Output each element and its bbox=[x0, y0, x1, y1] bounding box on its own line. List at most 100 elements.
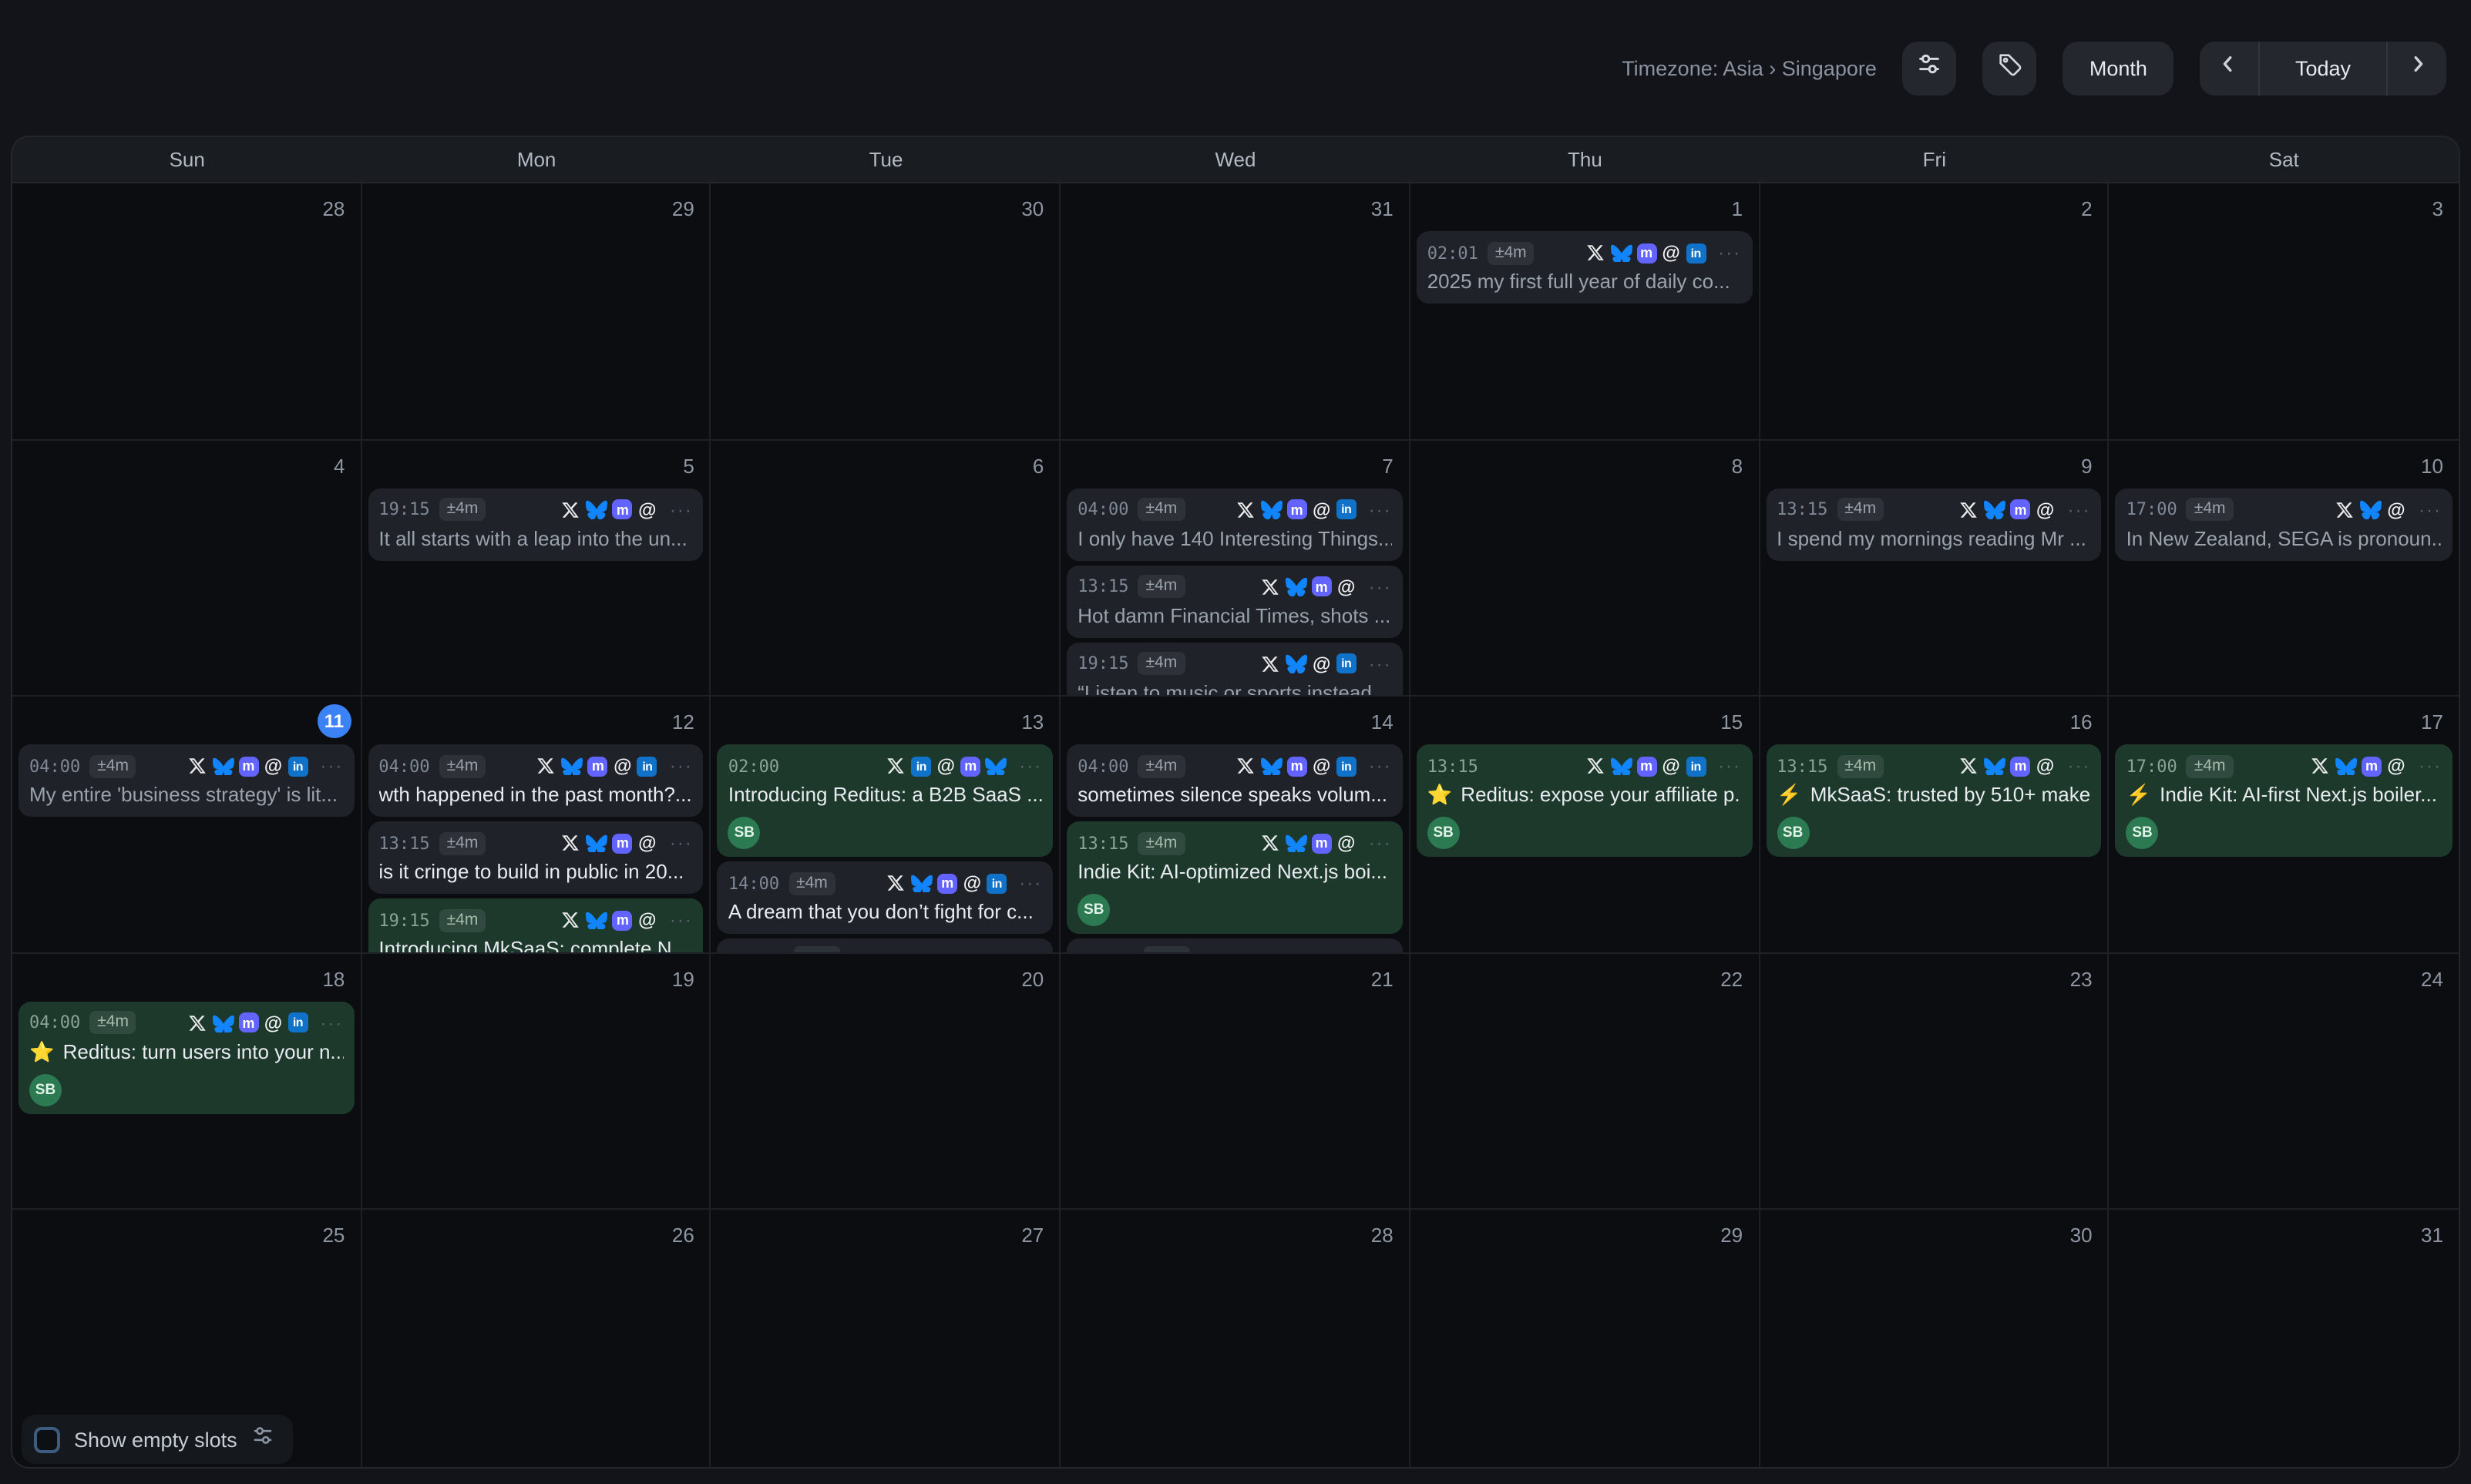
previous-period-button[interactable] bbox=[2200, 41, 2258, 95]
day-cell[interactable]: 1404:00±4mm@in···sometimes silence speak… bbox=[1061, 697, 1410, 953]
more-options-icon[interactable]: ··· bbox=[2068, 755, 2091, 777]
day-cell[interactable]: 19 bbox=[361, 954, 711, 1210]
event-card[interactable]: 04:00±4mm@in···sometimes silence speaks … bbox=[1067, 744, 1402, 817]
event-card[interactable]: 13:15±4mm@···is it cringe to build in pu… bbox=[368, 821, 703, 894]
event-card[interactable]: 17:00±4mm@···⚡ Indie Kit: AI-first Next.… bbox=[2116, 744, 2453, 857]
day-cell[interactable]: 1302:00in@m···Introducing Reditus: a B2B… bbox=[711, 697, 1061, 953]
day-cell[interactable]: 1804:00±4mm@in···⭐ Reditus: turn users i… bbox=[12, 954, 361, 1210]
more-options-icon[interactable]: ··· bbox=[670, 909, 693, 931]
event-card[interactable]: 13:15±4mm@···⚡ MkSaaS: trusted by 510+ m… bbox=[1766, 744, 2101, 857]
bluesky-icon bbox=[2360, 499, 2382, 519]
day-cell[interactable]: 102:01±4mm@in···2025 my first full year … bbox=[1410, 183, 1760, 440]
day-cell[interactable]: 27 bbox=[711, 1210, 1061, 1467]
day-cell[interactable]: 6 bbox=[711, 440, 1061, 697]
day-cell[interactable]: 704:00±4mm@in···I only have 140 Interest… bbox=[1061, 440, 1410, 697]
account-avatar[interactable]: SB bbox=[1777, 817, 1809, 849]
day-cell[interactable]: 1717:00±4mm@···⚡ Indie Kit: AI-first Nex… bbox=[2110, 697, 2459, 953]
day-cell[interactable]: 9 13:15±4mm@···I spend my mornings readin… bbox=[1760, 440, 2109, 697]
day-cell[interactable]: 1017:00±4m@···In New Zealand, SEGA is pr… bbox=[2110, 440, 2459, 697]
more-options-icon[interactable]: ··· bbox=[1369, 755, 1392, 777]
more-options-icon[interactable]: ··· bbox=[1019, 755, 1042, 777]
more-options-icon[interactable]: ··· bbox=[1369, 499, 1392, 520]
tags-button[interactable] bbox=[1983, 41, 2037, 95]
next-period-button[interactable] bbox=[2388, 41, 2446, 95]
day-cell[interactable]: 1513:15m@in···⭐ Reditus: expose your aff… bbox=[1410, 697, 1760, 953]
sliders-icon[interactable] bbox=[251, 1424, 274, 1455]
event-card[interactable]: 04:00±4mm@in···⭐ Reditus: turn users int… bbox=[18, 1002, 354, 1114]
day-cell[interactable]: 3 bbox=[2110, 183, 2459, 440]
event-card[interactable]: 13:15±4mm@···Hot damn Financial Times, s… bbox=[1067, 565, 1402, 637]
day-cell[interactable]: 1104:00±4mm@in···My entire 'business str… bbox=[12, 697, 361, 953]
bluesky-icon bbox=[212, 1013, 234, 1033]
account-avatar[interactable]: SB bbox=[1077, 894, 1110, 926]
event-card[interactable]: 02:00in@m···Introducing Reditus: a B2B S… bbox=[718, 744, 1053, 857]
account-avatar[interactable]: SB bbox=[1427, 817, 1460, 849]
event-card[interactable]: 13:15±4mm@···Indie Kit: AI-optimized Nex… bbox=[1067, 821, 1402, 934]
more-options-icon[interactable]: ··· bbox=[1369, 576, 1392, 597]
event-card[interactable]: 02:01±4mm@in···2025 my first full year o… bbox=[1417, 231, 1752, 304]
more-options-icon[interactable]: ··· bbox=[2419, 499, 2442, 520]
more-options-icon[interactable]: ··· bbox=[1718, 242, 1741, 264]
bluesky-icon bbox=[985, 756, 1007, 776]
more-options-icon[interactable]: ··· bbox=[320, 1012, 343, 1034]
event-card[interactable]: 04:00±4mm@in···My entire 'business strat… bbox=[18, 744, 354, 817]
today-button[interactable]: Today bbox=[2258, 41, 2388, 95]
more-options-icon[interactable]: ··· bbox=[1718, 755, 1741, 777]
day-cell[interactable]: 4 bbox=[12, 440, 361, 697]
event-card[interactable]: 04:00±4mm@in···wth happened in the past … bbox=[368, 744, 703, 817]
day-cell[interactable]: 23 bbox=[1760, 954, 2109, 1210]
event-card-partial[interactable] bbox=[718, 938, 1053, 952]
more-options-icon[interactable]: ··· bbox=[670, 832, 693, 854]
more-options-icon[interactable]: ··· bbox=[670, 499, 693, 520]
event-card[interactable]: 13:15m@in···⭐ Reditus: expose your affil… bbox=[1417, 744, 1752, 857]
day-cell[interactable]: 29 bbox=[361, 183, 711, 440]
day-cell[interactable]: 29 bbox=[1410, 1210, 1760, 1467]
day-cell[interactable]: 31 bbox=[1061, 183, 1410, 440]
linkedin-icon: in bbox=[287, 1013, 308, 1033]
day-cell[interactable]: 20 bbox=[711, 954, 1061, 1210]
day-cell[interactable]: 30 bbox=[1760, 1210, 2109, 1467]
more-options-icon[interactable]: ··· bbox=[670, 755, 693, 777]
day-cell[interactable]: 22 bbox=[1410, 954, 1760, 1210]
filter-button[interactable] bbox=[1903, 41, 1957, 95]
day-cell[interactable]: 28 bbox=[1061, 1210, 1410, 1467]
event-time: 04:00 bbox=[29, 756, 80, 776]
event-card-partial[interactable] bbox=[1067, 938, 1402, 952]
day-cell[interactable]: 2 bbox=[1760, 183, 2109, 440]
day-cell[interactable]: 1613:15±4mm@···⚡ MkSaaS: trusted by 510+… bbox=[1760, 697, 2109, 953]
day-cell[interactable]: 28 bbox=[12, 183, 361, 440]
event-card[interactable]: 19:15±4mm@···It all starts with a leap i… bbox=[368, 488, 703, 560]
account-avatar[interactable]: SB bbox=[2126, 817, 2159, 849]
day-cell[interactable]: 24 bbox=[2110, 954, 2459, 1210]
more-options-icon[interactable]: ··· bbox=[320, 755, 343, 777]
more-options-icon[interactable]: ··· bbox=[2419, 755, 2442, 777]
day-cell[interactable]: 30 bbox=[711, 183, 1061, 440]
day-cell[interactable]: 31 bbox=[2110, 1210, 2459, 1467]
day-cell[interactable]: 21 bbox=[1061, 954, 1410, 1210]
more-options-icon[interactable]: ··· bbox=[1369, 832, 1392, 854]
day-events: 02:00in@m···Introducing Reditus: a B2B S… bbox=[718, 744, 1053, 952]
event-card[interactable]: 14:00±4mm@in···A dream that you don’t fi… bbox=[718, 861, 1053, 934]
more-options-icon[interactable]: ··· bbox=[1019, 872, 1042, 894]
view-selector-button[interactable]: Month bbox=[2063, 41, 2173, 95]
event-card[interactable]: 04:00±4mm@in···I only have 140 Interesti… bbox=[1067, 488, 1402, 560]
day-events bbox=[368, 1258, 703, 1467]
account-avatar[interactable]: SB bbox=[29, 1074, 62, 1106]
event-card[interactable]: 19:15±4mm@···Introducing MkSaaS: complet… bbox=[368, 898, 703, 952]
day-number: 4 bbox=[334, 454, 345, 477]
event-card[interactable]: 19:15±4m@in···“Listen to music or sports… bbox=[1067, 642, 1402, 695]
more-options-icon[interactable]: ··· bbox=[1369, 653, 1392, 674]
event-card[interactable]: 17:00±4m@···In New Zealand, SEGA is pron… bbox=[2116, 488, 2453, 560]
day-cell[interactable]: 8 bbox=[1410, 440, 1760, 697]
platform-icons: @in bbox=[1259, 653, 1357, 673]
day-cell[interactable]: 1204:00±4mm@in···wth happened in the pas… bbox=[361, 697, 711, 953]
day-cell[interactable]: 519:15±4mm@···It all starts with a leap … bbox=[361, 440, 711, 697]
event-card[interactable]: 13:15±4mm@···I spend my mornings reading… bbox=[1766, 488, 2101, 560]
day-cell[interactable]: 26 bbox=[361, 1210, 711, 1467]
more-options-icon[interactable]: ··· bbox=[2068, 499, 2091, 520]
show-empty-slots-checkbox[interactable] bbox=[34, 1426, 60, 1452]
threads-icon: @ bbox=[263, 1013, 283, 1033]
day-number: 9 bbox=[2081, 454, 2092, 477]
event-time: 19:15 bbox=[1077, 653, 1128, 673]
account-avatar[interactable]: SB bbox=[728, 817, 761, 849]
